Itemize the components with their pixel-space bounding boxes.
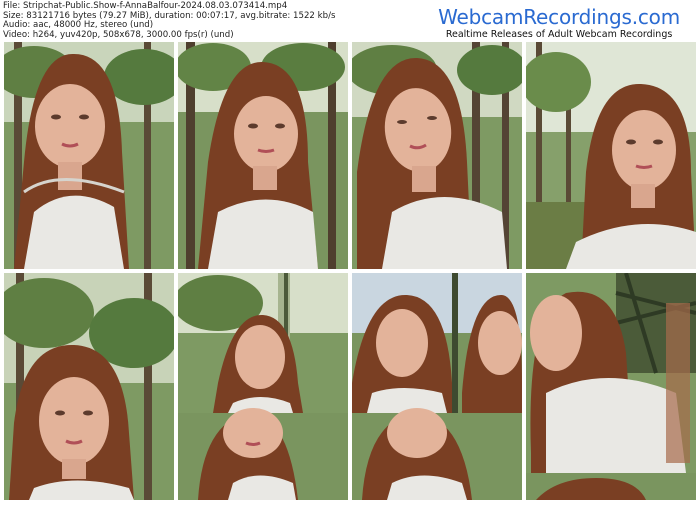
woman-selfie-image [352, 42, 522, 269]
brand-logo: WebcamRecordings.com Realtime Releases o… [438, 6, 680, 41]
thumbnail-5[interactable] [4, 273, 174, 500]
thumbnail-4[interactable] [526, 42, 696, 269]
woman-selfie-image [526, 273, 696, 500]
woman-selfie-image [4, 273, 174, 500]
thumbnail-3[interactable] [352, 42, 522, 269]
thumbnail-7[interactable] [352, 273, 522, 500]
thumbnail-8[interactable] [526, 273, 696, 500]
file-info: File: Stripchat-Public.Show-f-AnnaBalfou… [3, 1, 335, 40]
woman-selfie-image [178, 273, 348, 500]
video-info-line: Video: h264, yuv420p, 508x678, 3000.00 f… [3, 29, 234, 40]
thumbnail-6[interactable] [178, 273, 348, 500]
thumbnail-2[interactable] [178, 42, 348, 269]
woman-selfie-image [526, 42, 696, 269]
woman-selfie-image [4, 42, 174, 269]
woman-selfie-image [178, 42, 348, 269]
woman-selfie-image [352, 273, 522, 500]
thumbnail-1[interactable] [4, 42, 174, 269]
brand-subtitle: Realtime Releases of Adult Webcam Record… [445, 29, 673, 40]
brand-title: WebcamRecordings.com [438, 5, 680, 29]
thumbnail-grid [4, 42, 696, 500]
